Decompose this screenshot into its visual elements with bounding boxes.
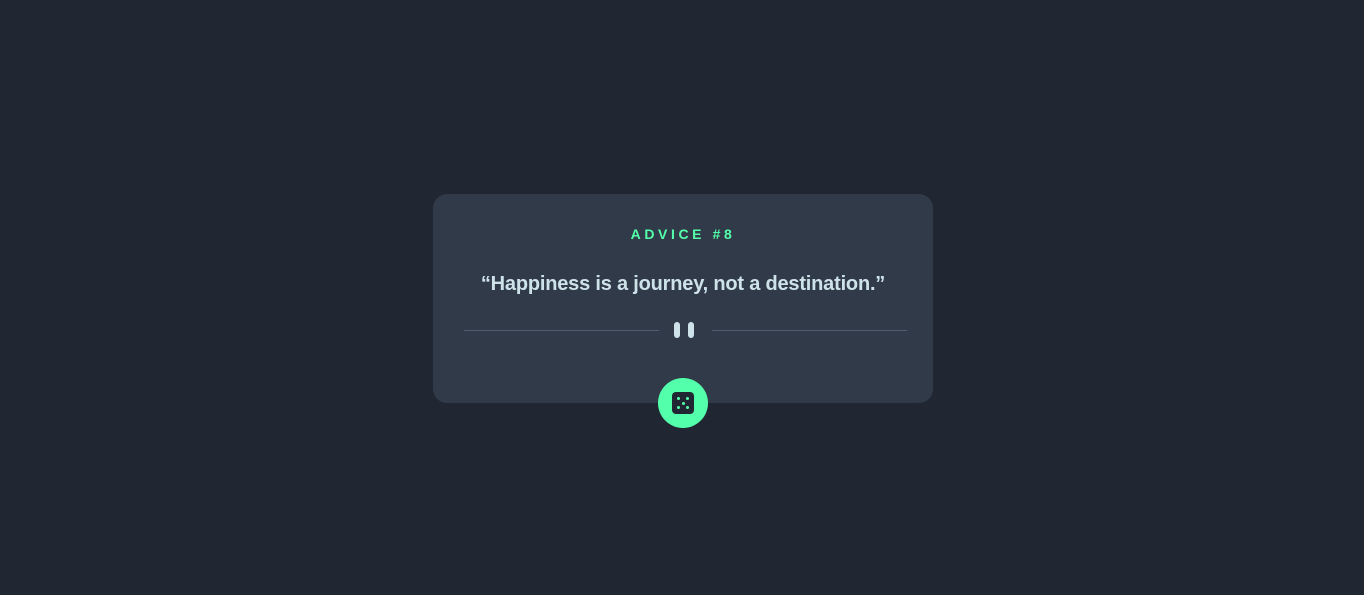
- dice-pip: [677, 406, 680, 409]
- divider-line-right: [712, 330, 907, 331]
- generate-advice-button[interactable]: [658, 378, 708, 428]
- page: ADVICE #8 “Happiness is a journey, not a…: [0, 0, 1364, 595]
- dice-pip: [686, 406, 689, 409]
- divider-line-left: [464, 330, 659, 331]
- pause-icon: [674, 322, 696, 338]
- dice-pip: [677, 397, 680, 400]
- pause-bar-left: [674, 322, 680, 338]
- dice-pip: [686, 397, 689, 400]
- pause-bar-right: [688, 322, 694, 338]
- dice-pip: [681, 401, 685, 405]
- advice-number: ADVICE #8: [630, 226, 736, 242]
- advice-card: ADVICE #8 “Happiness is a journey, not a…: [433, 194, 933, 403]
- advice-quote: “Happiness is a journey, not a destinati…: [480, 273, 886, 295]
- dice-icon: [672, 392, 694, 414]
- divider: [464, 320, 907, 340]
